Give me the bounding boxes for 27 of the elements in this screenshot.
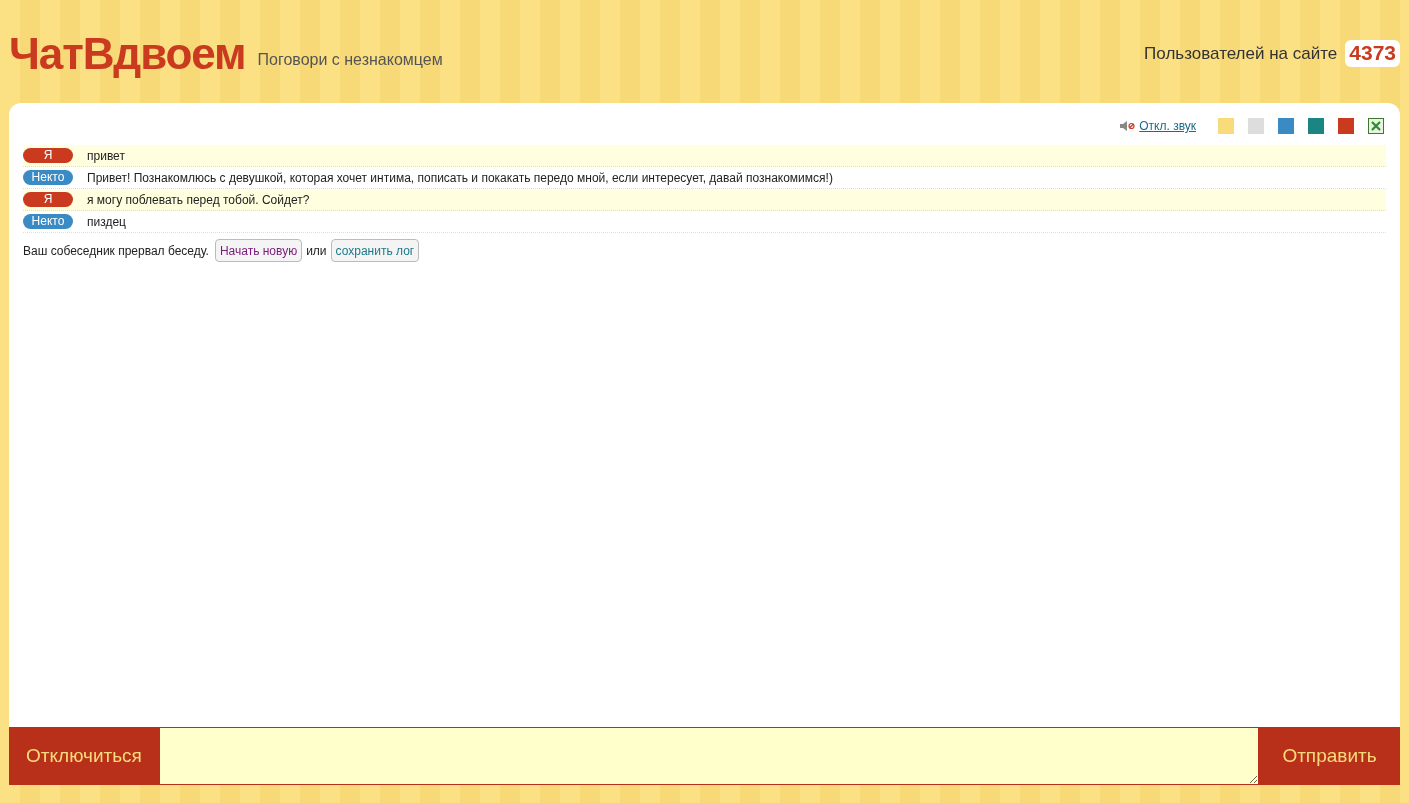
author-badge: Некто	[23, 214, 73, 229]
theme-swatch[interactable]	[1308, 118, 1324, 134]
message-text: привет	[87, 147, 125, 165]
theme-swatch[interactable]	[1278, 118, 1294, 134]
speaker-muted-icon	[1119, 120, 1136, 132]
send-button[interactable]: Отправить	[1259, 727, 1400, 785]
start-new-button[interactable]: Начать новую	[214, 239, 303, 262]
theme-swatch[interactable]	[1248, 118, 1264, 134]
spreadsheet-icon[interactable]	[1368, 118, 1384, 134]
theme-swatch[interactable]	[1338, 118, 1354, 134]
users-online-label: Пользователей на сайте	[1144, 42, 1338, 65]
theme-swatch[interactable]	[1218, 118, 1234, 134]
site-logo[interactable]: ЧатВдвоем	[9, 31, 246, 76]
disconnect-button[interactable]: Отключиться	[9, 727, 159, 785]
message-text: пиздец	[87, 213, 126, 231]
tagline: Поговори с незнакомцем	[257, 49, 443, 70]
author-badge: Я	[23, 192, 73, 207]
status-text: Ваш собеседник прервал беседу.	[23, 242, 209, 260]
message-text: Привет! Познакомлюсь с девушкой, которая хочет интима, пописать и покакать передо мной, если интересует, давай познакомимся!)	[87, 169, 833, 187]
message-input[interactable]	[159, 727, 1259, 785]
author-badge: Я	[23, 148, 73, 163]
author-badge: Некто	[23, 170, 73, 185]
message-text: я могу поблевать перед тобой. Сойдет?	[87, 191, 310, 209]
mute-sound-link[interactable]: Откл. звук	[1139, 117, 1196, 135]
save-log-button[interactable]: сохранить лог	[330, 239, 420, 262]
or-text: или	[306, 242, 327, 260]
users-online-count: 4373	[1345, 40, 1400, 67]
